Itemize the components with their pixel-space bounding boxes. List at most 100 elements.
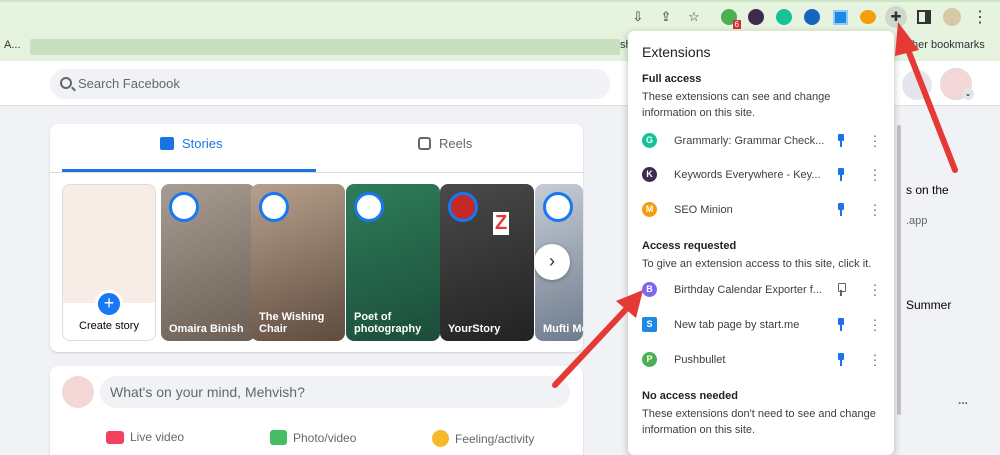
extension-name: Grammarly: Grammar Check...	[674, 135, 824, 147]
photo-video-label: Photo/video	[293, 430, 357, 445]
story-card[interactable]: The Wishing Chair	[251, 184, 345, 341]
seo-minion-ext-icon[interactable]	[858, 7, 878, 27]
story-card[interactable]: Poet of photography	[346, 184, 440, 341]
tabs-divider	[50, 172, 583, 173]
extension-row[interactable]: S New tab page by start.me · · ·	[628, 311, 892, 339]
search-input[interactable]: Search Facebook	[50, 69, 610, 99]
right-column-text: Summer	[906, 298, 952, 312]
download-icon[interactable]: ⇩	[628, 7, 648, 27]
stories-icon	[160, 137, 174, 150]
create-story-card[interactable]: + Create story	[62, 184, 156, 341]
fb-avatar-chevron-icon[interactable]: ⌄	[962, 88, 974, 100]
create-story-illustration	[63, 185, 155, 303]
story-card[interactable]: Omaira Binish	[161, 184, 255, 341]
pin-icon[interactable]	[837, 168, 845, 181]
grammarly-ext-icon[interactable]	[774, 7, 794, 27]
right-column-text: s on the	[906, 183, 949, 197]
extensions-popup: Extensions Full access These extensions …	[628, 31, 894, 455]
blurred-bookmarks	[30, 39, 620, 55]
more-icon[interactable]: · · ·	[872, 162, 878, 186]
extension-name: Pushbullet	[674, 354, 726, 366]
pushbullet-icon: P	[642, 352, 657, 367]
story-avatar	[543, 192, 573, 222]
seo-minion-icon: M	[642, 202, 657, 217]
feeling-activity-button[interactable]: Feeling/activity	[432, 430, 534, 447]
unpinned-pin-icon[interactable]	[837, 283, 846, 296]
header-button-partial[interactable]	[902, 70, 932, 100]
photo-video-button[interactable]: Photo/video	[270, 430, 356, 445]
stories-card: Stories Reels + Create story Omaira Bini…	[50, 124, 583, 352]
story-avatar	[259, 192, 289, 222]
create-story-label: Create story	[79, 320, 139, 332]
extension-name: Keywords Everywhere - Key...	[674, 169, 821, 181]
composer-card: What's on your mind, Mehvish? Live video…	[50, 366, 583, 455]
feeling-activity-label: Feeling/activity	[455, 431, 535, 446]
add-story-icon[interactable]: +	[95, 290, 123, 318]
extension-row[interactable]: G Grammarly: Grammar Check... · · ·	[628, 127, 892, 155]
keywords-ext-icon[interactable]	[746, 7, 766, 27]
other-bookmarks[interactable]: her bookmarks	[912, 39, 985, 51]
no-access-heading: No access needed	[642, 390, 738, 402]
grammarly-icon: G	[642, 133, 657, 148]
birthday-cake-icon: B	[642, 282, 657, 297]
composer-avatar	[62, 376, 94, 408]
star-icon[interactable]: ☆	[684, 7, 704, 27]
annotation-letter: Z	[493, 212, 510, 235]
live-video-label: Live video	[130, 430, 185, 444]
more-icon[interactable]: · · ·	[872, 128, 878, 152]
more-icon[interactable]: · · ·	[872, 347, 878, 371]
browser-toolbar: ⇩ ⇪ ☆ 6 ✚ ⋮	[0, 0, 1000, 31]
pin-icon[interactable]	[837, 134, 845, 147]
right-column-url: .app	[906, 215, 928, 227]
tab-stories[interactable]: Stories	[160, 136, 222, 151]
story-avatar	[354, 192, 384, 222]
no-access-desc: These extensions don't need to see and c…	[642, 408, 876, 436]
more-options-icon[interactable]: ...	[958, 393, 968, 407]
more-icon[interactable]: · · ·	[872, 312, 878, 336]
extension-name: SEO Minion	[674, 204, 733, 216]
extensions-puzzle-icon[interactable]: ✚	[885, 6, 907, 28]
composer-input[interactable]: What's on your mind, Mehvish?	[100, 376, 570, 408]
more-icon[interactable]: · · ·	[872, 197, 878, 221]
extension-row[interactable]: P Pushbullet · · ·	[628, 346, 892, 374]
tab-reels[interactable]: Reels	[418, 136, 472, 151]
extension-row[interactable]: K Keywords Everywhere - Key... · · ·	[628, 161, 892, 189]
live-video-icon	[106, 430, 124, 444]
extensions-title: Extensions	[642, 44, 711, 60]
pushbullet-ext-icon[interactable]: 6	[719, 7, 741, 29]
ext-badge: 6	[732, 20, 741, 29]
tab-reels-label: Reels	[439, 136, 473, 151]
extension-row[interactable]: M SEO Minion · · ·	[628, 196, 892, 224]
pin-icon[interactable]	[837, 203, 845, 216]
pin-icon[interactable]	[837, 318, 845, 331]
story-label: Mufti Me	[543, 323, 583, 335]
stories-next-button[interactable]: ›	[534, 244, 570, 280]
chrome-menu-icon[interactable]: ⋮	[970, 7, 990, 27]
pin-icon[interactable]	[837, 353, 845, 366]
composer-placeholder: What's on your mind, Mehvish?	[110, 384, 305, 400]
extension-icon-blue[interactable]	[802, 7, 822, 27]
access-requested-heading: Access requested	[642, 240, 737, 252]
story-avatar	[169, 192, 199, 222]
search-icon	[60, 77, 72, 89]
story-card[interactable]: Z YourStory	[440, 184, 534, 341]
startme-icon: S	[642, 317, 657, 332]
scrollbar[interactable]	[897, 125, 901, 415]
share-icon[interactable]: ⇪	[656, 7, 676, 27]
extension-name: Birthday Calendar Exporter f...	[674, 284, 822, 296]
tab-stories-label: Stories	[182, 136, 223, 151]
access-requested-desc: To give an extension access to this site…	[642, 258, 872, 270]
more-icon[interactable]: · · ·	[872, 277, 878, 301]
full-access-desc: These extensions can see and change info…	[642, 91, 831, 119]
extension-row[interactable]: B Birthday Calendar Exporter f... · · ·	[628, 276, 892, 304]
story-label: Omaira Binish	[169, 323, 244, 335]
story-label: The Wishing Chair	[259, 311, 325, 335]
bookmark-item[interactable]: A...	[4, 39, 21, 51]
profile-avatar-icon[interactable]	[942, 7, 962, 27]
search-placeholder: Search Facebook	[78, 76, 180, 91]
story-label: YourStory	[448, 323, 501, 335]
sidepanel-icon[interactable]	[914, 7, 934, 27]
startme-ext-icon[interactable]	[830, 7, 850, 27]
live-video-button[interactable]: Live video	[106, 430, 184, 444]
keywords-everywhere-icon: K	[642, 167, 657, 182]
